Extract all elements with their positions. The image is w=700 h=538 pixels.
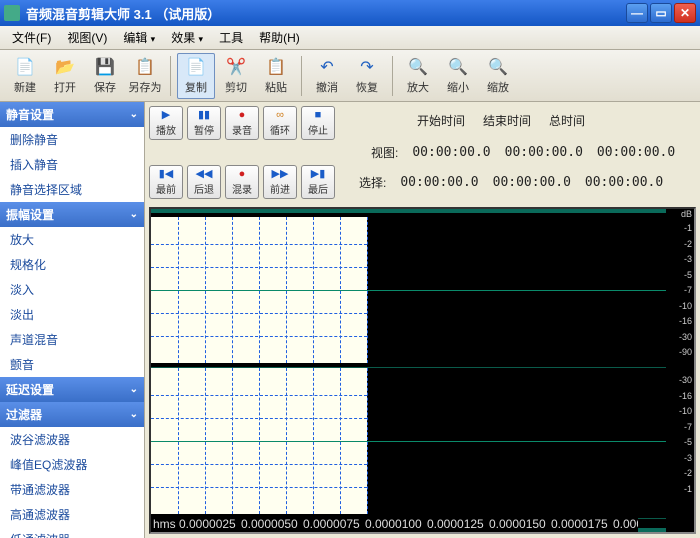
view-label: 视图: <box>371 144 398 161</box>
sidebar-item-0-1[interactable]: 插入静音 <box>0 152 144 177</box>
transport-前进[interactable]: ▶▶前进 <box>263 165 297 199</box>
window-title: 音频混音剪辑大师 3.1 （试用版） <box>26 4 626 23</box>
transport-icon: ● <box>239 169 246 180</box>
menu-bar: 文件(F)视图(V)编辑 ▾效果 ▾工具帮助(H) <box>0 26 700 50</box>
chevron-icon: ⌄ <box>130 209 138 220</box>
transport-最后[interactable]: ▶▮最后 <box>301 165 335 199</box>
paste-icon <box>266 57 286 77</box>
tool-copy[interactable]: 复制 <box>177 53 215 99</box>
view-end-value: 00:00:00.0 <box>505 145 583 160</box>
sidebar-item-3-4[interactable]: 低通滤波器 <box>0 527 144 538</box>
menu-0[interactable]: 文件(F) <box>4 26 59 49</box>
transport-暂停[interactable]: ▮▮暂停 <box>187 106 221 140</box>
sidebar-item-3-3[interactable]: 高通滤波器 <box>0 502 144 527</box>
sidebar-item-3-2[interactable]: 带通滤波器 <box>0 477 144 502</box>
transport-icon: ▮▮ <box>198 110 210 121</box>
zoomin-icon <box>408 57 428 77</box>
saveas-icon <box>135 57 155 77</box>
sidebar-item-3-1[interactable]: 峰值EQ滤波器 <box>0 452 144 477</box>
new-icon <box>15 57 35 77</box>
chevron-icon: ⌄ <box>130 409 138 420</box>
time-header-start: 开始时间 <box>417 112 465 129</box>
menu-1[interactable]: 视图(V) <box>59 26 115 49</box>
window-titlebar: 音频混音剪辑大师 3.1 （试用版） — ▭ ✕ <box>0 0 700 26</box>
transport-icon: ● <box>239 110 246 121</box>
view-start-value: 00:00:00.0 <box>412 145 490 160</box>
sidebar-item-1-4[interactable]: 声道混音 <box>0 327 144 352</box>
sidebar-item-1-3[interactable]: 淡出 <box>0 302 144 327</box>
sidebar-section-1[interactable]: 振幅设置⌄ <box>0 202 144 227</box>
transport-icon: ◀◀ <box>196 169 213 180</box>
menu-2[interactable]: 编辑 ▾ <box>115 26 163 49</box>
transport-icon: ▶▶ <box>272 169 289 180</box>
sidebar-item-1-0[interactable]: 放大 <box>0 227 144 252</box>
tool-paste[interactable]: 粘贴 <box>257 53 295 99</box>
menu-4[interactable]: 工具 <box>211 26 251 49</box>
menu-5[interactable]: 帮助(H) <box>251 26 308 49</box>
transport-icon: ▶▮ <box>311 169 326 180</box>
db-scale: dB-1-2-3-5-7-10-16-30-90-30-16-10-7-5-3-… <box>666 209 694 532</box>
transport-循环[interactable]: ∞循环 <box>263 106 297 140</box>
waveform-area[interactable]: hms0.00000250.00000500.00000750.00001000… <box>149 207 696 534</box>
transport-录音[interactable]: ●录音 <box>225 106 259 140</box>
time-panel: 开始时间 结束时间 总时间 <box>339 112 696 135</box>
maximize-button[interactable]: ▭ <box>650 3 672 23</box>
tool-cut[interactable]: 剪切 <box>217 53 255 99</box>
time-header-end: 结束时间 <box>483 112 531 129</box>
sidebar-item-0-0[interactable]: 删除静音 <box>0 127 144 152</box>
transport-icon: ▮◀ <box>159 169 174 180</box>
sidebar-item-1-2[interactable]: 淡入 <box>0 277 144 302</box>
content-area: ▶播放▮▮暂停●录音∞循环■停止 开始时间 结束时间 总时间 视图: 00:00… <box>145 102 700 538</box>
select-start-value: 00:00:00.0 <box>400 175 478 190</box>
menu-3[interactable]: 效果 ▾ <box>163 26 211 49</box>
transport-icon: ▶ <box>162 110 170 121</box>
tool-zoomfit[interactable]: 缩放 <box>479 53 517 99</box>
transport-后退[interactable]: ◀◀后退 <box>187 165 221 199</box>
tool-new[interactable]: 新建 <box>6 53 44 99</box>
sidebar-section-2[interactable]: 延迟设置⌄ <box>0 377 144 402</box>
timeline-ruler: hms0.00000250.00000500.00000750.00001000… <box>151 516 638 532</box>
tool-open[interactable]: 打开 <box>46 53 84 99</box>
save-icon <box>95 57 115 77</box>
select-end-value: 00:00:00.0 <box>493 175 571 190</box>
select-total-value: 00:00:00.0 <box>585 175 663 190</box>
transport-播放[interactable]: ▶播放 <box>149 106 183 140</box>
time-header-total: 总时间 <box>549 112 585 129</box>
chevron-icon: ⌄ <box>130 109 138 120</box>
tool-saveas[interactable]: 另存为 <box>126 53 164 99</box>
open-icon <box>55 57 75 77</box>
sidebar-item-0-2[interactable]: 静音选择区域 <box>0 177 144 202</box>
undo-icon <box>317 57 337 77</box>
sidebar-item-1-1[interactable]: 规格化 <box>0 252 144 277</box>
sidebar-section-0[interactable]: 静音设置⌄ <box>0 102 144 127</box>
sidebar-section-3[interactable]: 过滤器⌄ <box>0 402 144 427</box>
minimize-button[interactable]: — <box>626 3 648 23</box>
tool-save[interactable]: 保存 <box>86 53 124 99</box>
zoomfit-icon <box>488 57 508 77</box>
tool-undo[interactable]: 撤消 <box>308 53 346 99</box>
transport-混录[interactable]: ●混录 <box>225 165 259 199</box>
transport-icon: ∞ <box>276 110 284 121</box>
main-toolbar: 新建打开保存另存为复制剪切粘贴撤消恢复放大缩小缩放 <box>0 50 700 102</box>
sidebar-item-3-0[interactable]: 波谷滤波器 <box>0 427 144 452</box>
app-icon <box>4 5 20 21</box>
sidebar-item-1-5[interactable]: 颤音 <box>0 352 144 377</box>
effects-sidebar[interactable]: 静音设置⌄删除静音插入静音静音选择区域振幅设置⌄放大规格化淡入淡出声道混音颤音延… <box>0 102 145 538</box>
tool-zoomout[interactable]: 缩小 <box>439 53 477 99</box>
close-button[interactable]: ✕ <box>674 3 696 23</box>
select-label: 选择: <box>359 174 386 191</box>
transport-最前[interactable]: ▮◀最前 <box>149 165 183 199</box>
chevron-icon: ⌄ <box>130 384 138 395</box>
zoomout-icon <box>448 57 468 77</box>
cut-icon <box>226 57 246 77</box>
copy-icon <box>186 57 206 77</box>
tool-redo[interactable]: 恢复 <box>348 53 386 99</box>
redo-icon <box>357 57 377 77</box>
transport-icon: ■ <box>315 110 322 121</box>
transport-停止[interactable]: ■停止 <box>301 106 335 140</box>
view-total-value: 00:00:00.0 <box>597 145 675 160</box>
tool-zoomin[interactable]: 放大 <box>399 53 437 99</box>
